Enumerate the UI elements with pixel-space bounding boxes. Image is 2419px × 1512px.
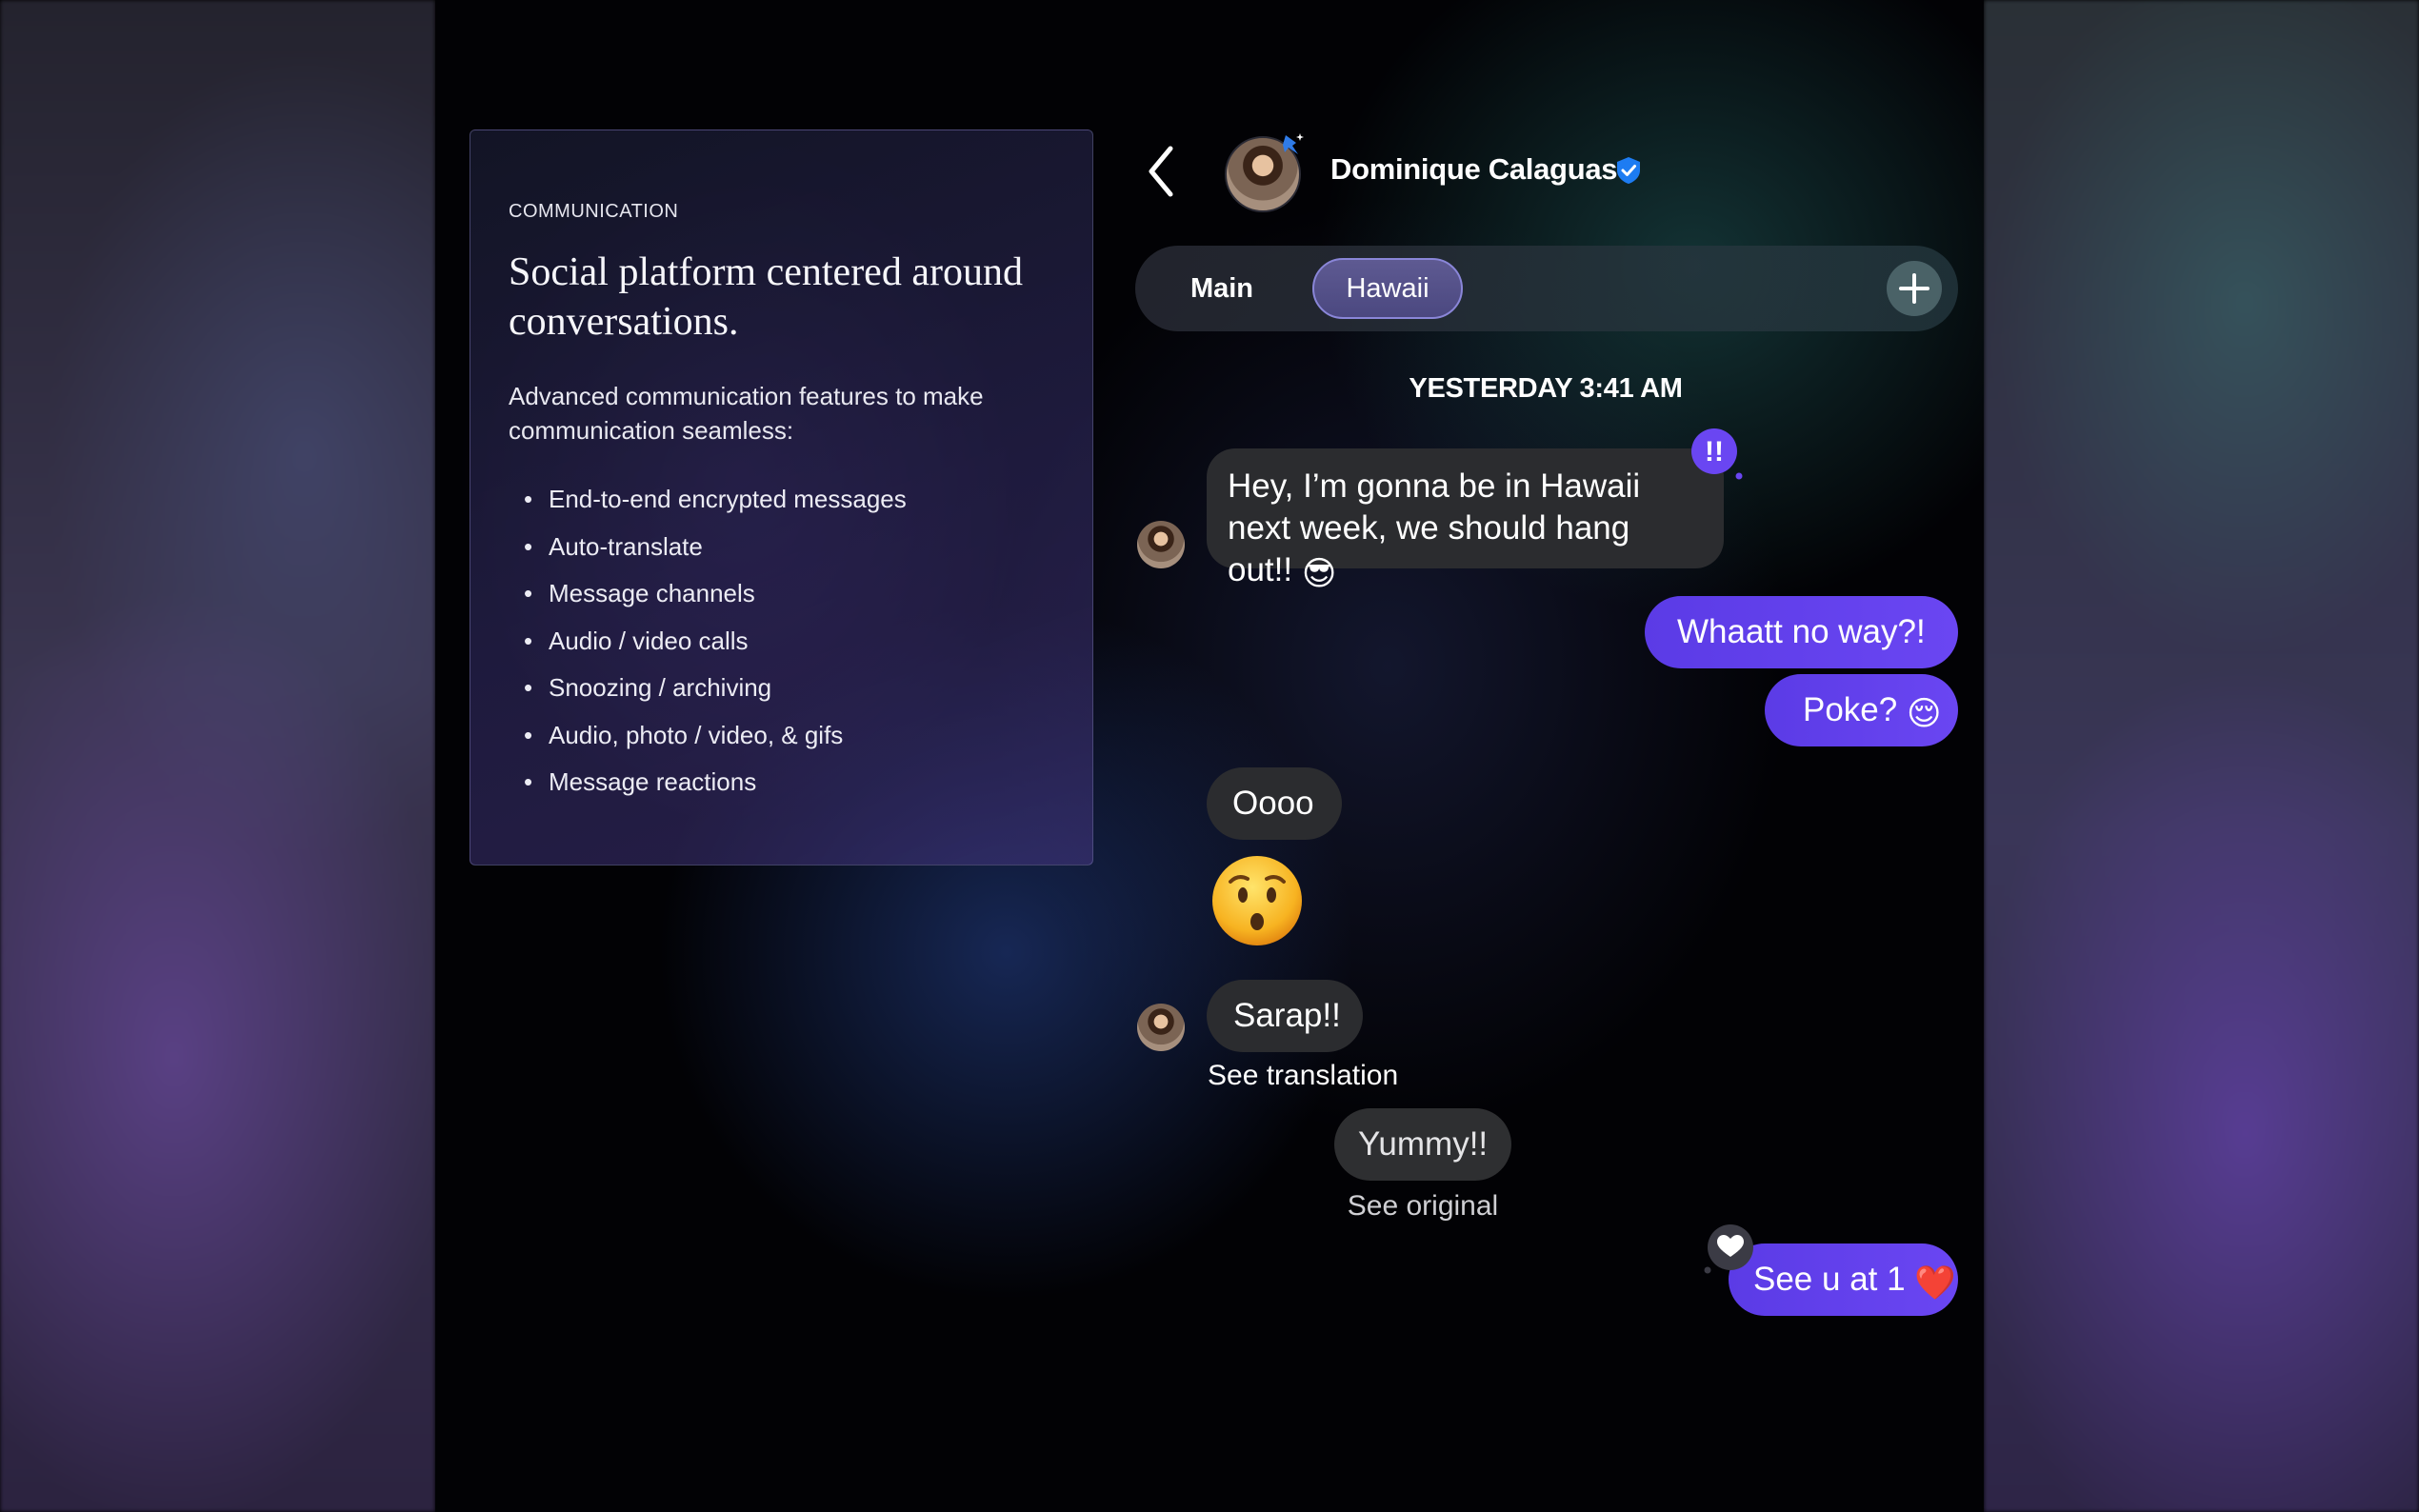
feature-item: Message channels bbox=[524, 570, 1054, 618]
feature-list: End-to-end encrypted messages Auto-trans… bbox=[509, 476, 1054, 806]
feature-item: Auto-translate bbox=[524, 524, 1054, 571]
right-backdrop bbox=[1984, 0, 2419, 1512]
message-timestamp: YESTERDAY 3:41 AM bbox=[1409, 373, 1683, 404]
reaction-text: !! bbox=[1705, 436, 1724, 468]
message-text: Oooo bbox=[1232, 785, 1314, 822]
chevron-left-icon bbox=[1149, 146, 1173, 197]
sparkle-badge-icon bbox=[1283, 133, 1304, 154]
sender-avatar[interactable] bbox=[1137, 1004, 1185, 1051]
card-title: Social platform centered around conversa… bbox=[509, 250, 1023, 344]
feature-item: Message reactions bbox=[524, 759, 1054, 806]
info-card: COMMUNICATION Social platform centered a… bbox=[470, 129, 1093, 865]
see-original-link[interactable]: See original bbox=[1334, 1190, 1511, 1223]
message-text: Yummy!! bbox=[1358, 1125, 1489, 1163]
add-channel-button[interactable] bbox=[1887, 261, 1942, 316]
message-text: Whaatt no way?! bbox=[1677, 613, 1926, 650]
feature-item: Audio, photo / video, & gifs bbox=[524, 712, 1054, 760]
red-heart-emoji-icon: ❤️ bbox=[1914, 1264, 1956, 1302]
back-button[interactable] bbox=[1142, 141, 1180, 202]
card-eyebrow: COMMUNICATION bbox=[509, 201, 679, 222]
feature-item: End-to-end encrypted messages bbox=[524, 476, 1054, 524]
sender-avatar[interactable] bbox=[1137, 521, 1185, 568]
tab-hawaii[interactable]: Hawaii bbox=[1312, 258, 1463, 319]
message-bubble-incoming[interactable]: Sarap!! bbox=[1207, 980, 1363, 1052]
message-bubble-incoming[interactable]: Oooo bbox=[1207, 767, 1342, 840]
channel-tabs: Main Hawaii bbox=[1135, 246, 1958, 331]
verified-badge-icon bbox=[1617, 157, 1640, 184]
message-bubble-outgoing[interactable]: Poke? 😌 bbox=[1765, 674, 1958, 746]
translated-message-bubble[interactable]: Yummy!! bbox=[1334, 1108, 1511, 1181]
message-bubble-incoming[interactable]: Hey, I’m gonna be in Hawaii next week, w… bbox=[1207, 448, 1724, 592]
main-panel: COMMUNICATION Social platform centered a… bbox=[435, 0, 1984, 1512]
message-text: See u at 1 bbox=[1753, 1261, 1906, 1298]
exclamation-reaction-icon[interactable]: !! bbox=[1689, 427, 1743, 480]
message-text: Hey, I’m gonna be in Hawaii next week, w… bbox=[1228, 468, 1641, 588]
heart-reaction-icon[interactable] bbox=[1702, 1223, 1755, 1276]
hushed-face-emoji-icon[interactable] bbox=[1210, 853, 1305, 948]
see-translation-link[interactable]: See translation bbox=[1208, 1060, 1398, 1092]
contact-name[interactable]: Dominique Calaguas bbox=[1330, 152, 1618, 187]
message-text: Sarap!! bbox=[1233, 997, 1341, 1034]
message-bubble-outgoing[interactable]: See u at 1 ❤️ bbox=[1729, 1243, 1958, 1316]
card-description: Advanced communication features to make … bbox=[509, 382, 984, 445]
plus-icon bbox=[1899, 273, 1929, 304]
tab-main[interactable]: Main bbox=[1156, 258, 1288, 319]
relieved-emoji-icon: 😌 bbox=[1906, 695, 1942, 732]
message-text: Poke? bbox=[1803, 691, 1898, 728]
left-backdrop bbox=[0, 0, 435, 1512]
feature-item: Audio / video calls bbox=[524, 618, 1054, 666]
sunglasses-emoji-icon: 😎 bbox=[1301, 555, 1337, 592]
message-bubble-outgoing[interactable]: Whaatt no way?! bbox=[1645, 596, 1958, 668]
feature-item: Snoozing / archiving bbox=[524, 665, 1054, 712]
